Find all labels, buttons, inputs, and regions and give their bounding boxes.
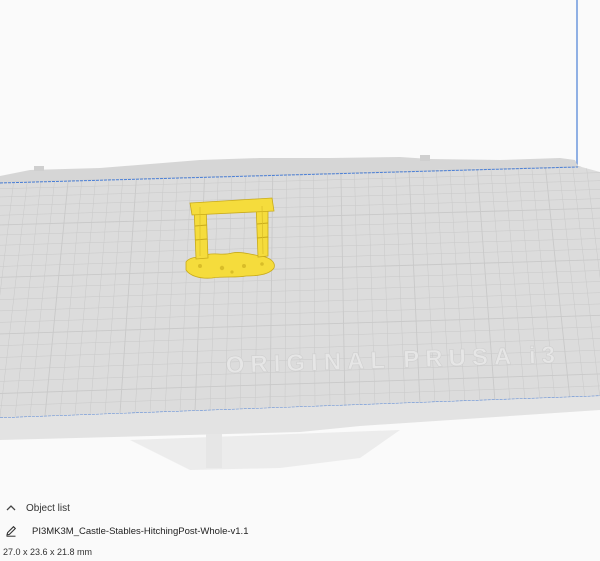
pencil-icon[interactable]: [4, 524, 18, 538]
object-name: PI3MK3M_Castle-Stables-HitchingPost-Whol…: [32, 525, 249, 537]
printer-frame-post: [206, 434, 222, 468]
object-list-panel: Object list PI3MK3M_Castle-Stables-Hitch…: [0, 492, 600, 561]
slicer-app: ORIGINAL PRUSA i3 Object list PI3MK3M_Ca…: [0, 0, 600, 561]
scene-svg: ORIGINAL PRUSA i3: [0, 0, 600, 470]
bed-clip-right: [420, 155, 430, 161]
chevron-up-icon[interactable]: [4, 501, 18, 515]
3d-viewport[interactable]: ORIGINAL PRUSA i3: [0, 0, 600, 561]
printer-frame-base: [130, 430, 400, 470]
bed-clip-left: [34, 166, 44, 171]
object-dimensions: 27.0 x 23.6 x 21.8 mm: [3, 547, 93, 557]
object-list-item[interactable]: PI3MK3M_Castle-Stables-HitchingPost-Whol…: [4, 522, 248, 540]
object-list-header[interactable]: Object list: [4, 500, 70, 516]
object-list-title: Object list: [26, 502, 70, 514]
